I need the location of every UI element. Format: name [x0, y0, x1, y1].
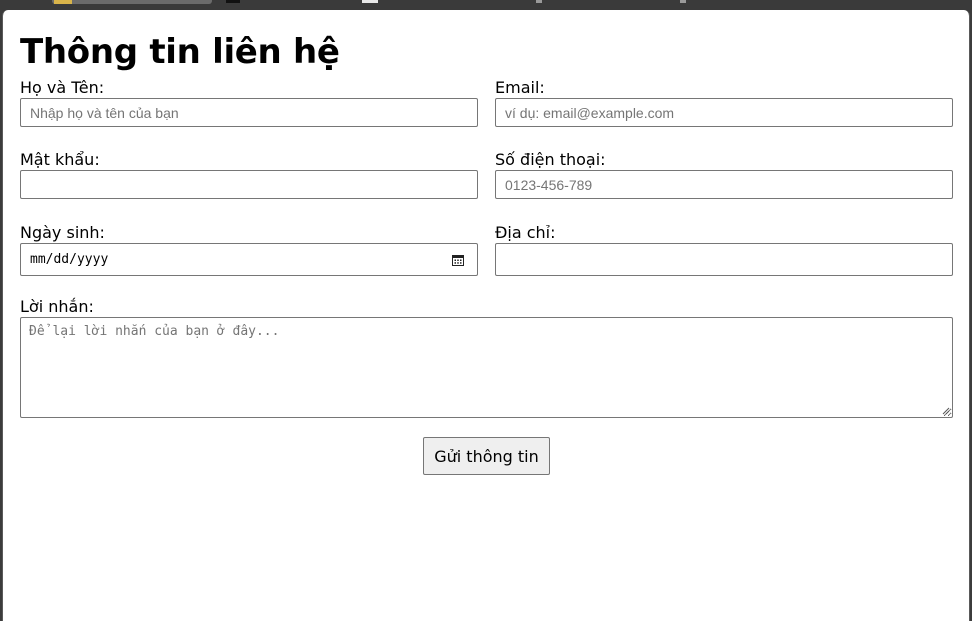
password-label: Mật khẩu: — [20, 150, 100, 169]
password-input[interactable] — [20, 170, 478, 199]
dob-label: Ngày sinh: — [20, 223, 105, 242]
password-field: Mật khẩu: — [20, 151, 478, 199]
full-name-label: Họ và Tên: — [20, 78, 105, 97]
tab-favicon — [680, 0, 686, 3]
address-label: Địa chỉ: — [495, 223, 556, 242]
page-title: Thông tin liên hệ — [20, 32, 340, 72]
full-name-field: Họ và Tên: — [20, 79, 478, 127]
dob-field: Ngày sinh: mm/dd/yyyy — [20, 224, 478, 276]
message-label: Lời nhắn: — [20, 297, 94, 316]
submit-button[interactable]: Gửi thông tin — [423, 437, 550, 475]
address-input[interactable] — [495, 243, 953, 276]
browser-tab[interactable] — [52, 0, 212, 4]
phone-field: Số điện thoại: — [495, 151, 953, 199]
tab-favicon — [226, 0, 240, 3]
phone-label: Số điện thoại: — [495, 150, 606, 169]
email-label: Email: — [495, 78, 545, 97]
phone-input[interactable] — [495, 170, 953, 199]
message-field: Lời nhắn: — [20, 298, 953, 418]
email-field: Email: — [495, 79, 953, 127]
full-name-input[interactable] — [20, 98, 478, 127]
address-field: Địa chỉ: — [495, 224, 953, 276]
page-content: Thông tin liên hệ Họ và Tên: Email: Mật … — [2, 10, 970, 621]
browser-tab-strip — [0, 0, 972, 10]
calendar-icon[interactable] — [452, 254, 464, 266]
message-textarea[interactable] — [20, 317, 953, 418]
tab-favicon — [362, 0, 378, 3]
tab-favicon — [536, 0, 542, 3]
dob-input[interactable]: mm/dd/yyyy — [20, 243, 478, 276]
dob-placeholder: mm/dd/yyyy — [30, 252, 109, 267]
email-input[interactable] — [495, 98, 953, 127]
